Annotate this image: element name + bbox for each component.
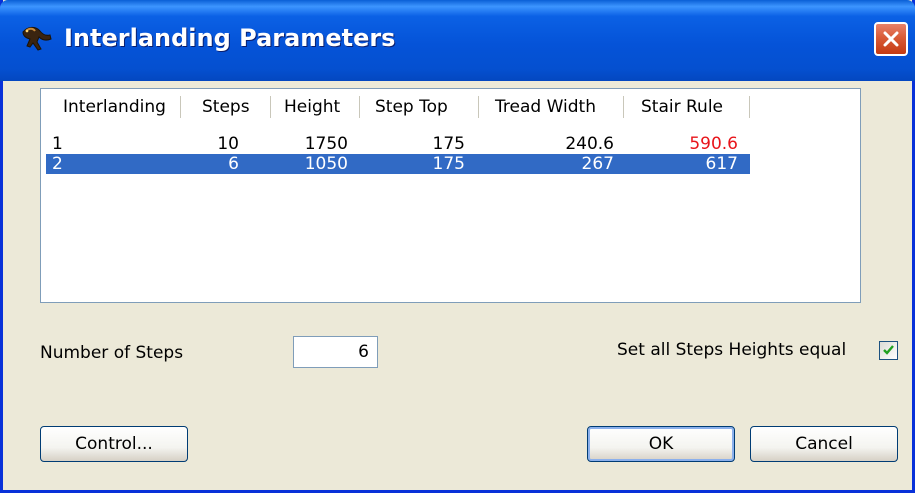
cell-interlanding: 1 (52, 134, 63, 154)
column-header-height[interactable]: Height (284, 89, 354, 123)
cell-height: 1750 (304, 134, 348, 154)
cell-stair-rule: 590.6 (689, 134, 738, 154)
list-header: Interlanding Steps Height Step Top Tread… (41, 89, 860, 123)
cell-tread-width: 240.6 (565, 134, 614, 154)
close-button[interactable] (874, 22, 908, 56)
column-header-tread-width[interactable]: Tread Width (495, 89, 620, 123)
title-bar[interactable]: Interlanding Parameters (0, 0, 915, 81)
cell-steps: 6 (228, 154, 239, 174)
column-header-steps[interactable]: Steps (202, 89, 262, 123)
number-of-steps-label: Number of Steps (40, 343, 184, 363)
lizard-icon (20, 22, 54, 54)
table-row[interactable]: 1 10 1750 175 240.6 590.6 (41, 134, 860, 154)
cell-step-top: 175 (432, 134, 465, 154)
window-title: Interlanding Parameters (64, 24, 396, 52)
control-button[interactable]: Control... (40, 426, 188, 462)
cell-stair-rule: 617 (705, 154, 738, 174)
column-header-step-top[interactable]: Step Top (375, 89, 470, 123)
column-divider[interactable] (749, 96, 750, 118)
cell-tread-width: 267 (581, 154, 614, 174)
cell-step-top: 175 (432, 154, 465, 174)
ok-button[interactable]: OK (587, 426, 735, 462)
table-row-selected[interactable]: 2 6 1050 175 267 617 (41, 154, 860, 174)
column-divider[interactable] (180, 96, 181, 118)
cell-interlanding: 2 (52, 154, 63, 174)
column-header-interlanding[interactable]: Interlanding (63, 89, 183, 123)
column-divider[interactable] (270, 96, 271, 118)
column-divider[interactable] (359, 96, 360, 118)
interlanding-list[interactable]: Interlanding Steps Height Step Top Tread… (40, 88, 861, 303)
equal-heights-label: Set all Steps Heights equal (617, 340, 847, 360)
column-divider[interactable] (478, 96, 479, 118)
equal-heights-checkbox[interactable] (879, 341, 898, 360)
dialog-window: Interlanding Parameters Interlanding Ste… (0, 0, 915, 493)
column-header-stair-rule[interactable]: Stair Rule (641, 89, 741, 123)
cell-steps: 10 (217, 134, 239, 154)
cancel-button[interactable]: Cancel (750, 426, 898, 462)
column-divider[interactable] (623, 96, 624, 118)
number-of-steps-input[interactable]: 6 (293, 336, 378, 368)
cell-height: 1050 (304, 154, 348, 174)
